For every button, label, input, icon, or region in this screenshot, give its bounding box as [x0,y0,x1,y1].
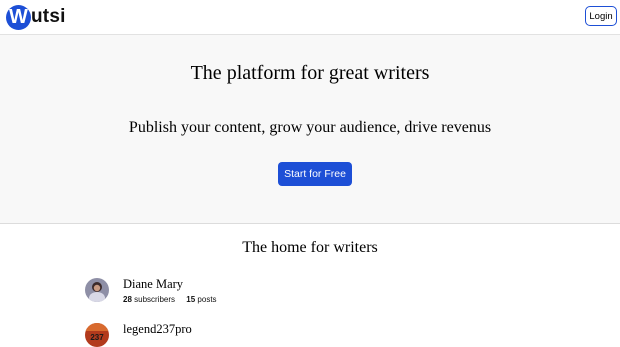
writer-stats: 28 subscribers 15 posts [123,295,217,304]
top-header: W utsi Login [0,0,620,35]
avatar[interactable]: 237 [85,323,109,347]
hero-section: The platform for great writers Publish y… [0,35,620,224]
wutsi-logo[interactable]: W utsi [6,4,66,30]
avatar[interactable] [85,278,109,302]
posts-count: 15 [186,295,196,304]
subscribers-label: subscribers [134,295,176,304]
writers-section-title: The home for writers [242,239,378,256]
writer-name[interactable]: legend237pro [123,322,192,337]
writer-name[interactable]: Diane Mary [123,277,183,292]
login-button[interactable]: Login [585,6,617,26]
start-for-free-button[interactable]: Start for Free [278,162,352,186]
posts-label: posts [197,295,217,304]
hero-subtitle: Publish your content, grow your audience… [128,119,492,136]
subscribers-count: 28 [123,295,132,304]
logo-text: utsi [31,6,66,27]
avatar-text: 237 [90,333,104,342]
hero-title: The platform for great writers [190,62,430,84]
logo-badge: W [6,4,31,30]
